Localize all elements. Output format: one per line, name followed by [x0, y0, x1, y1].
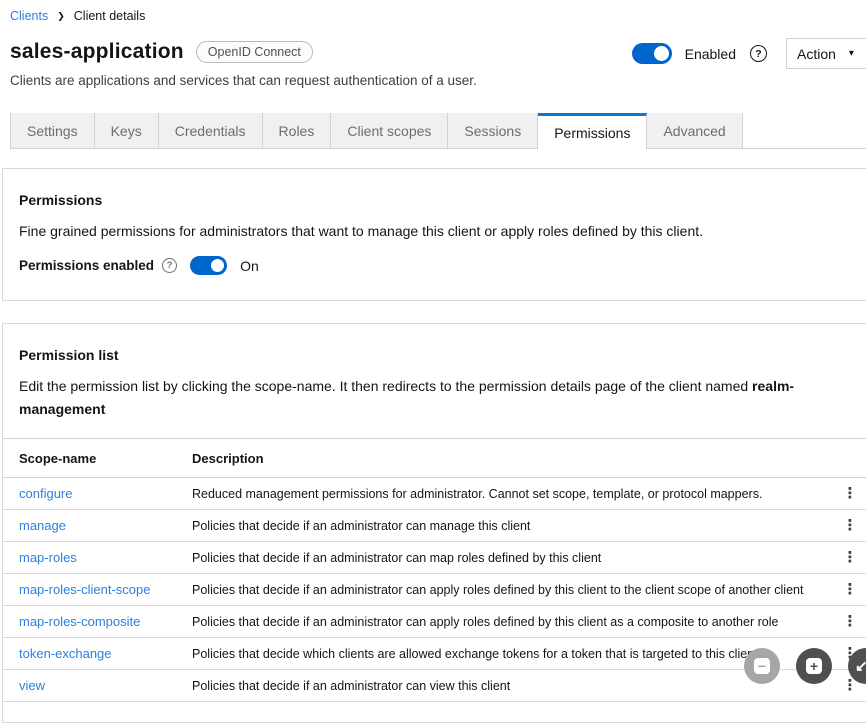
page-title: sales-application: [10, 40, 184, 64]
zoom-out-icon: −: [754, 658, 770, 674]
tab-permissions[interactable]: Permissions: [538, 113, 647, 149]
kebab-menu-icon[interactable]: ⋮: [843, 582, 858, 597]
zoom-out-button[interactable]: −: [744, 648, 780, 684]
help-icon[interactable]: ?: [162, 258, 177, 273]
permission-description-cell: Policies that decide if an administrator…: [176, 606, 827, 638]
permission-description-cell: Policies that decide if an administrator…: [176, 510, 827, 542]
permission-row-token-exchange: token-exchange Policies that decide whic…: [3, 638, 866, 670]
zoom-in-button[interactable]: +: [796, 648, 832, 684]
tab-client-scopes[interactable]: Client scopes: [331, 113, 448, 148]
tab-sessions[interactable]: Sessions: [448, 113, 538, 148]
permission-description-cell: Policies that decide which clients are a…: [176, 638, 827, 670]
breadcrumb-link-clients[interactable]: Clients: [10, 9, 48, 23]
table-header-row: Scope-name Description: [3, 439, 866, 478]
tab-settings[interactable]: Settings: [10, 113, 95, 148]
kebab-menu-icon[interactable]: ⋮: [843, 486, 858, 501]
breadcrumb-chevron-icon: ❯: [57, 11, 65, 22]
permissions-enabled-toggle[interactable]: [190, 256, 227, 275]
permissions-enabled-label: Permissions enabled: [19, 258, 154, 273]
permission-row-map-roles: map-roles Policies that decide if an adm…: [3, 542, 866, 574]
permission-table: Scope-name Description configure Reduced…: [3, 438, 866, 702]
tab-advanced[interactable]: Advanced: [647, 113, 742, 148]
header-controls: Enabled ? Action ▾: [632, 38, 866, 69]
tab-roles[interactable]: Roles: [263, 113, 332, 148]
column-header-scope-name: Scope-name: [3, 439, 176, 478]
action-dropdown[interactable]: Action ▾: [786, 38, 866, 69]
column-header-actions: [827, 439, 866, 478]
toggle-knob: [211, 259, 224, 272]
permissions-card-title: Permissions: [19, 192, 857, 208]
breadcrumb-current: Client details: [74, 9, 146, 23]
chevron-down-icon: ▾: [849, 48, 854, 59]
permission-list-card: Permission list Edit the permission list…: [2, 323, 866, 723]
permissions-card-description: Fine grained permissions for administrat…: [19, 223, 857, 239]
scope-link-configure[interactable]: configure: [19, 486, 72, 501]
permission-description-cell: Policies that decide if an administrator…: [176, 574, 827, 606]
scope-link-token-exchange[interactable]: token-exchange: [19, 646, 112, 661]
scope-link-map-roles-client-scope[interactable]: map-roles-client-scope: [19, 582, 151, 597]
permission-row-map-roles-client-scope: map-roles-client-scope Policies that dec…: [3, 574, 866, 606]
collapse-arrow-icon: ↙: [855, 657, 866, 675]
permission-list-description: Edit the permission list by clicking the…: [19, 375, 819, 421]
kebab-menu-icon[interactable]: ⋮: [843, 614, 858, 629]
permissions-card: Permissions Fine grained permissions for…: [2, 168, 866, 301]
help-icon[interactable]: ?: [750, 45, 767, 62]
permission-row-view: view Policies that decide if an administ…: [3, 670, 866, 702]
scope-link-manage[interactable]: manage: [19, 518, 66, 533]
scope-link-view[interactable]: view: [19, 678, 45, 693]
enabled-label: Enabled: [685, 46, 736, 62]
toggle-state-label: On: [240, 258, 259, 274]
permission-row-manage: manage Policies that decide if an admini…: [3, 510, 866, 542]
breadcrumb: Clients ❯ Client details: [0, 0, 866, 23]
permission-description-cell: Reduced management permissions for admin…: [176, 478, 827, 510]
zoom-in-icon: +: [806, 658, 822, 674]
protocol-badge: OpenID Connect: [196, 41, 313, 63]
column-header-description: Description: [176, 439, 827, 478]
page-subtitle: Clients are applications and services th…: [10, 73, 866, 88]
toggle-knob: [654, 46, 669, 61]
kebab-menu-icon[interactable]: ⋮: [843, 550, 858, 565]
client-enabled-toggle[interactable]: [632, 43, 672, 64]
scope-link-map-roles-composite[interactable]: map-roles-composite: [19, 614, 140, 629]
tab-credentials[interactable]: Credentials: [159, 113, 263, 148]
scope-link-map-roles[interactable]: map-roles: [19, 550, 77, 565]
tab-bar: Settings Keys Credentials Roles Client s…: [10, 113, 866, 149]
kebab-menu-icon[interactable]: ⋮: [843, 518, 858, 533]
permission-list-description-text: Edit the permission list by clicking the…: [19, 378, 752, 394]
permission-description-cell: Policies that decide if an administrator…: [176, 542, 827, 574]
permission-list-title: Permission list: [19, 347, 866, 363]
permission-description-cell: Policies that decide if an administrator…: [176, 670, 827, 702]
tab-keys[interactable]: Keys: [95, 113, 159, 148]
permission-row-map-roles-composite: map-roles-composite Policies that decide…: [3, 606, 866, 638]
action-dropdown-label: Action: [797, 46, 836, 62]
permission-row-configure: configure Reduced management permissions…: [3, 478, 866, 510]
